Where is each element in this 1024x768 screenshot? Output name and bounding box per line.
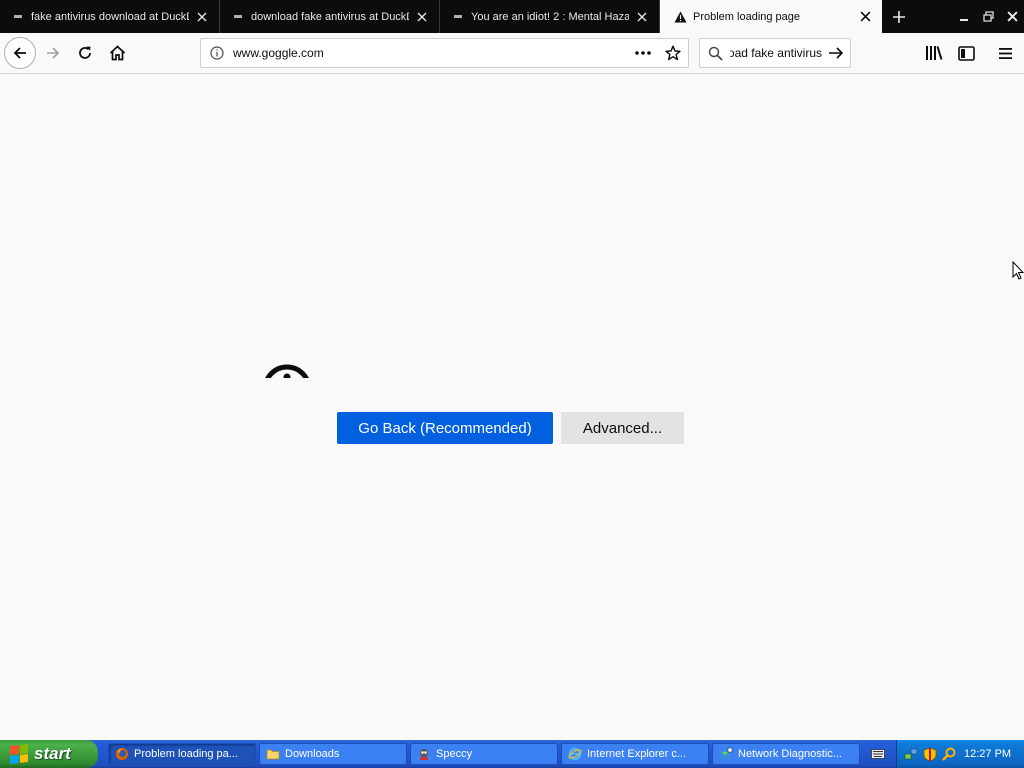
- ie-icon: [568, 747, 582, 761]
- tab-4-active[interactable]: Problem loading page: [660, 0, 882, 33]
- navigation-toolbar: www.goggle.com download fake antivirus: [0, 33, 1024, 74]
- back-button[interactable]: [4, 37, 36, 69]
- minimize-button[interactable]: [952, 0, 976, 33]
- tab-favicon-icon: [14, 15, 22, 18]
- close-icon: [1006, 11, 1018, 22]
- page-actions-icon[interactable]: [628, 51, 658, 55]
- start-button[interactable]: start: [0, 740, 98, 768]
- search-input[interactable]: download fake antivirus: [730, 46, 822, 60]
- security-shield-icon[interactable]: [922, 746, 938, 762]
- tab-title: fake antivirus download at DuckD: [31, 10, 189, 23]
- tab-title: download fake antivirus at DuckD: [251, 10, 409, 23]
- tab-title: You are an idiot! 2 : Mental Hazar: [471, 10, 629, 23]
- taskbar-item-label: Speccy: [436, 748, 473, 760]
- taskbar-item-speccy[interactable]: Speccy: [410, 743, 558, 765]
- back-arrow-icon: [13, 47, 26, 59]
- url-bar[interactable]: www.goggle.com: [200, 38, 689, 68]
- restore-icon: [982, 11, 994, 22]
- url-text[interactable]: www.goggle.com: [233, 46, 628, 60]
- taskbar-buttons: Problem loading pa... Downloads Speccy I…: [108, 743, 863, 765]
- tab-3[interactable]: You are an idiot! 2 : Mental Hazar: [440, 0, 660, 33]
- close-tab-icon[interactable]: [415, 10, 429, 24]
- taskbar-item-label: Downloads: [285, 748, 340, 760]
- restore-button[interactable]: [976, 0, 1000, 33]
- start-label: start: [34, 744, 71, 763]
- taskbar-item-label: Network Diagnostic...: [738, 748, 842, 760]
- warning-icon: [674, 11, 687, 23]
- folder-icon: [266, 749, 280, 760]
- taskbar-item-network-diagnostic[interactable]: Network Diagnostic...: [712, 743, 860, 765]
- network-tray-icon[interactable]: [903, 746, 919, 762]
- system-tray: 12:27 PM: [896, 740, 1024, 768]
- magnifier-tray-icon[interactable]: [941, 746, 957, 762]
- plus-icon: [892, 10, 905, 23]
- tab-favicon-icon: [234, 15, 242, 18]
- window-controls: [952, 0, 1024, 33]
- home-button[interactable]: [101, 37, 133, 69]
- speccy-icon: [420, 749, 428, 760]
- bookmark-star-icon[interactable]: [658, 45, 688, 61]
- error-info-icon: [262, 364, 312, 378]
- sidebar-icon: [957, 45, 975, 61]
- advanced-button[interactable]: Advanced...: [561, 412, 684, 444]
- tab-strip: fake antivirus download at DuckD downloa…: [0, 0, 1024, 33]
- tab-favicon-icon: [454, 15, 462, 18]
- menu-button[interactable]: [989, 37, 1021, 69]
- mouse-cursor-icon: [1012, 260, 1024, 281]
- reload-button[interactable]: [69, 37, 101, 69]
- close-window-button[interactable]: [1000, 0, 1024, 33]
- home-icon: [109, 45, 125, 61]
- close-tab-icon[interactable]: [635, 10, 649, 24]
- tab-2[interactable]: download fake antivirus at DuckD: [220, 0, 440, 33]
- taskbar-item-firefox[interactable]: Problem loading pa...: [108, 743, 256, 765]
- hamburger-menu-icon: [998, 47, 1012, 59]
- firefox-icon: [116, 748, 128, 760]
- taskbar-item-label: Problem loading pa...: [134, 748, 238, 760]
- minimize-icon: [960, 18, 968, 21]
- windows-taskbar: start Problem loading pa... Downloads Sp…: [0, 740, 1024, 768]
- tab-title: Problem loading page: [693, 10, 801, 23]
- forward-arrow-icon: [47, 47, 60, 59]
- taskbar-clock[interactable]: 12:27 PM: [964, 748, 1011, 760]
- taskbar-item-label: Internet Explorer c...: [587, 748, 687, 760]
- search-go-icon[interactable]: [822, 46, 850, 60]
- new-tab-button[interactable]: [882, 0, 915, 33]
- search-icon: [700, 46, 730, 61]
- windows-logo-icon: [10, 744, 28, 764]
- taskbar-item-internet-explorer[interactable]: Internet Explorer c...: [561, 743, 709, 765]
- tab-1[interactable]: fake antivirus download at DuckD: [0, 0, 220, 33]
- close-tab-icon[interactable]: [858, 10, 872, 24]
- network-icon: [720, 747, 733, 760]
- library-button[interactable]: [918, 37, 950, 69]
- error-page: Go Back (Recommended) Advanced...: [0, 74, 1024, 740]
- library-icon: [926, 46, 943, 60]
- site-info-icon[interactable]: [201, 46, 233, 60]
- reload-icon: [79, 46, 91, 59]
- sidebar-button[interactable]: [950, 37, 982, 69]
- forward-button[interactable]: [37, 37, 69, 69]
- close-tab-icon[interactable]: [195, 10, 209, 24]
- keyboard-icon[interactable]: [869, 743, 887, 765]
- go-back-button[interactable]: Go Back (Recommended): [337, 412, 553, 444]
- search-bar[interactable]: download fake antivirus: [699, 38, 851, 68]
- taskbar-item-downloads[interactable]: Downloads: [259, 743, 407, 765]
